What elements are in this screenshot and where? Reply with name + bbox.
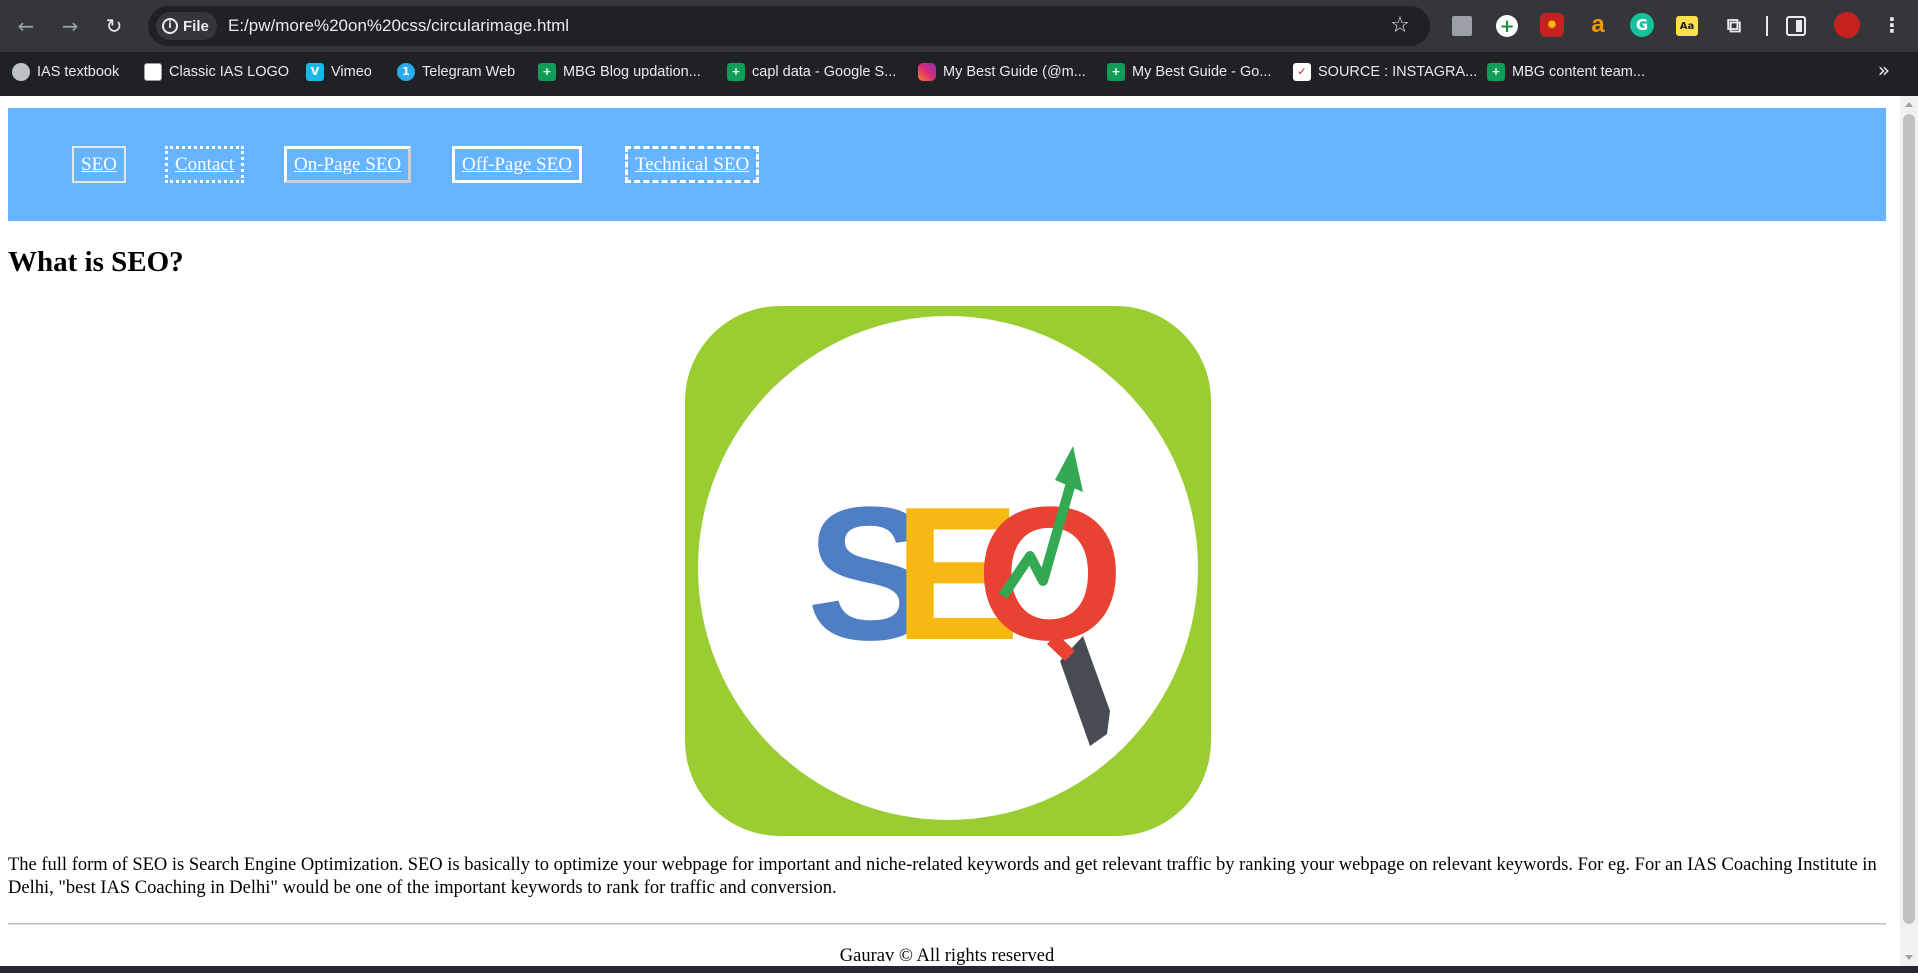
aa-dictionary-icon[interactable]: Aa (1676, 16, 1698, 36)
address-bar[interactable]: i File E:/pw/more%20on%20css/circularima… (148, 6, 1430, 46)
footer-divider (8, 923, 1886, 925)
seo-image: S E O (685, 306, 1211, 836)
toolbar-divider (1766, 16, 1768, 36)
browser-toolbar: ← → ↻ i File E:/pw/more%20on%20css/circu… (0, 0, 1918, 52)
site-info-button[interactable]: i File (156, 12, 217, 40)
taskbar-edge (0, 966, 1918, 973)
bookmark-telegram-web[interactable]: 1 Telegram Web (397, 60, 515, 84)
ias-icon (12, 63, 30, 81)
source-icon: ✓ (1293, 63, 1311, 81)
footer-copyright: Gaurav © All rights reserved (839, 946, 1055, 966)
sheets-icon: + (538, 63, 556, 81)
grammarly-icon[interactable]: G (1630, 13, 1654, 37)
profile-avatar[interactable] (1834, 12, 1860, 38)
instagram-icon (918, 63, 936, 81)
scroll-up-arrow-icon[interactable] (1905, 102, 1913, 107)
bookmark-capl-data[interactable]: + capl data - Google S... (727, 60, 896, 84)
bookmark-source-instagram[interactable]: ✓ SOURCE : INSTAGRA... (1293, 60, 1477, 84)
fire-extension-icon[interactable]: ✹ (1540, 13, 1564, 37)
bookmark-my-best-guide-instagram[interactable]: My Best Guide (@m... (918, 60, 1086, 84)
bookmarks-bar: IAS textbook Classic IAS LOGO V Vimeo 1 … (0, 52, 1918, 92)
scrollbar-thumb[interactable] (1903, 114, 1915, 924)
add-circle-icon[interactable]: + (1496, 15, 1518, 37)
bookmark-star-icon[interactable]: ☆ (1386, 12, 1414, 40)
bookmark-mbg-content-team[interactable]: + MBG content team... (1487, 60, 1645, 84)
site-navbar: SEO Contact On-Page SEO Off-Page SEO Tec… (8, 108, 1886, 221)
bookmark-ias-textbook[interactable]: IAS textbook (12, 60, 119, 84)
more-bookmarks-icon[interactable]: » (1878, 58, 1890, 82)
nav-link-off-page-seo[interactable]: Off-Page SEO (452, 146, 582, 183)
bookmark-mbg-blog[interactable]: + MBG Blog updation... (538, 60, 701, 84)
sheets-icon: + (727, 63, 745, 81)
page-scrollbar[interactable] (1900, 96, 1918, 966)
site-info-label: File (183, 17, 209, 35)
telegram-icon: 1 (397, 63, 415, 81)
sheets-icon: + (1107, 63, 1125, 81)
browser-menu-icon[interactable]: ⋮ (1880, 13, 1904, 37)
seo-intro-paragraph: The full form of SEO is Search Engine Op… (8, 855, 1877, 898)
sheets-icon: + (1487, 63, 1505, 81)
amazon-a-icon[interactable]: a (1586, 11, 1610, 38)
info-icon: i (162, 18, 178, 34)
nav-link-seo[interactable]: SEO (72, 146, 126, 183)
back-button[interactable]: ← (12, 12, 40, 40)
url-text[interactable]: E:/pw/more%20on%20css/circularimage.html (228, 6, 569, 46)
logo-icon (144, 63, 162, 81)
browser-chrome: ← → ↻ i File E:/pw/more%20on%20css/circu… (0, 0, 1918, 96)
bookmark-my-best-guide-sheet[interactable]: + My Best Guide - Go... (1107, 60, 1271, 84)
scroll-down-arrow-icon[interactable] (1905, 955, 1913, 960)
puzzle-icon[interactable]: ⧉ (1722, 13, 1746, 37)
bookmark-vimeo[interactable]: V Vimeo (306, 60, 372, 84)
vimeo-icon: V (306, 63, 324, 81)
bookmark-classic-ias-logo[interactable]: Classic IAS LOGO (144, 60, 289, 84)
nav-link-technical-seo[interactable]: Technical SEO (625, 146, 760, 183)
page-title: What is SEO? (8, 246, 184, 278)
seo-logo-graphic: S E O (685, 306, 1211, 836)
forward-button[interactable]: → (56, 12, 84, 40)
nav-link-contact[interactable]: Contact (165, 146, 245, 183)
extension-gray-icon[interactable] (1452, 16, 1472, 36)
side-panel-icon[interactable] (1786, 16, 1806, 36)
nav-link-on-page-seo[interactable]: On-Page SEO (284, 146, 412, 183)
page-viewport: SEO Contact On-Page SEO Off-Page SEO Tec… (0, 96, 1900, 966)
reload-button[interactable]: ↻ (100, 12, 128, 40)
